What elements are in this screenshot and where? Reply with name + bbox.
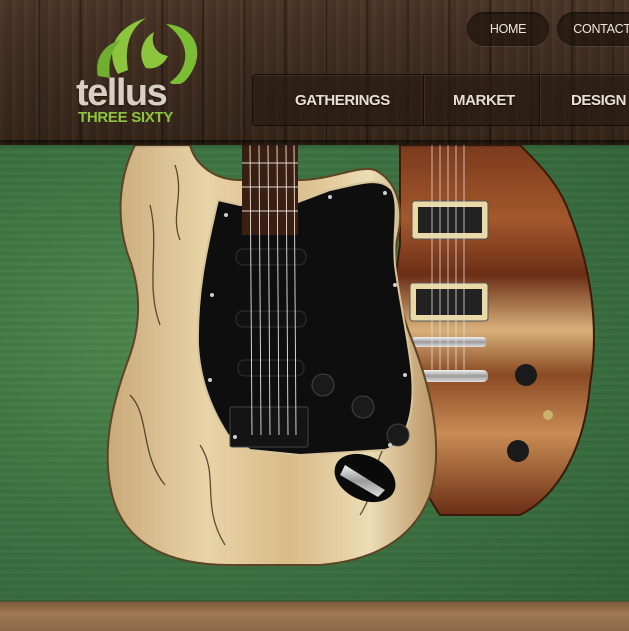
brand-subtitle: THREE SIXTY <box>78 109 174 126</box>
hero-image <box>0 145 629 631</box>
nav-divider <box>423 75 424 125</box>
contact-label: CONTACT <box>573 22 629 36</box>
header-shadow <box>0 140 629 148</box>
home-link[interactable]: HOME <box>467 12 549 46</box>
guitars-illustration <box>106 145 595 566</box>
nav-divider <box>539 75 540 125</box>
site-header: tellus THREE SIXTY HOME CONTACT GATHERIN… <box>0 0 629 145</box>
contact-link[interactable]: CONTACT <box>557 12 629 46</box>
front-guitar <box>106 145 438 566</box>
nav-item-market[interactable]: MARKET <box>453 75 515 125</box>
nav-item-design[interactable]: DESIGN & <box>571 75 629 125</box>
main-nav: GATHERINGS MARKET DESIGN & <box>252 74 629 126</box>
wood-floor-strip <box>0 600 629 631</box>
nav-item-gatherings[interactable]: GATHERINGS <box>295 75 390 125</box>
logo[interactable]: tellus THREE SIXTY <box>76 14 216 129</box>
home-label: HOME <box>489 22 527 36</box>
